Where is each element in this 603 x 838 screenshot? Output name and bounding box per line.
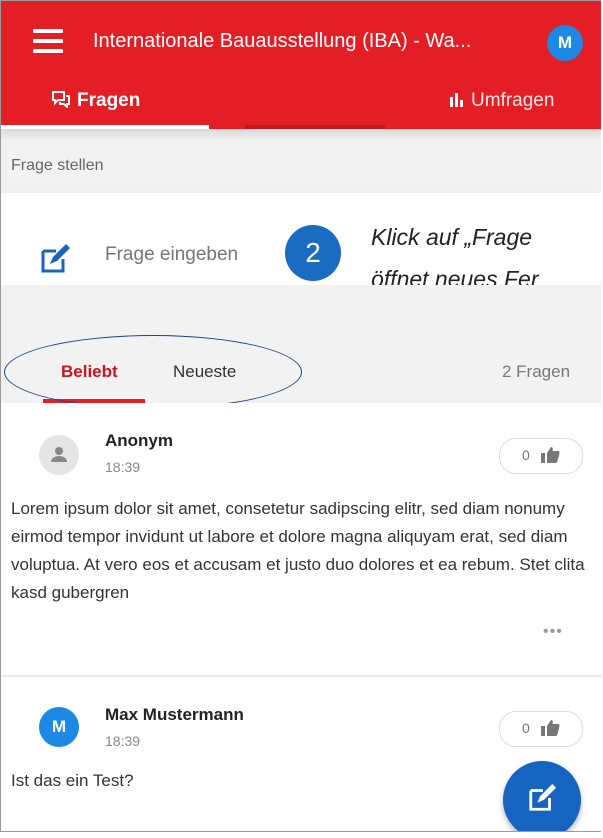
compose-icon[interactable] [39, 243, 71, 275]
like-button[interactable]: 0 [499, 438, 583, 474]
tab-fragen[interactable]: Fragen [51, 75, 140, 129]
app-header: Internationale Bauausstellung (IBA) - Wa… [1, 1, 601, 129]
question-time: 18:39 [105, 459, 141, 475]
app-title: Internationale Bauausstellung (IBA) - Wa… [93, 30, 472, 52]
more-options-icon[interactable]: ••• [543, 623, 563, 641]
bar-chart-icon [450, 93, 463, 107]
tab-umfragen[interactable]: Umfragen [449, 75, 554, 129]
like-count: 0 [522, 720, 530, 736]
step-number-badge: 2 [285, 225, 341, 281]
user-avatar[interactable]: M [547, 25, 583, 61]
thumbs-up-icon [541, 720, 560, 736]
annotation-ellipse [4, 335, 302, 409]
author-avatar: M [39, 707, 79, 747]
tab-label: Fragen [77, 90, 141, 111]
question-text: Lorem ipsum dolor sit amet, consetetur s… [11, 499, 585, 602]
compose-icon [529, 783, 557, 811]
chat-bubbles-icon [52, 91, 70, 110]
header-shadow [1, 129, 601, 141]
person-icon [51, 447, 67, 462]
question-time: 18:39 [105, 733, 141, 749]
menu-icon[interactable] [31, 25, 65, 59]
question-count: 2 Fragen [502, 362, 571, 381]
app-frame: Internationale Bauausstellung (IBA) - Wa… [0, 0, 601, 832]
like-count: 0 [522, 447, 530, 463]
anonymous-avatar [39, 435, 79, 475]
question-author: Max Mustermann [105, 705, 244, 724]
annotation-line-1: Klick auf „Frage [371, 224, 533, 250]
ask-section-label: Frage stellen [11, 157, 104, 174]
tab-label: Umfragen [471, 90, 555, 111]
thumbs-up-icon [541, 447, 560, 463]
ask-section-header: Frage stellen [1, 141, 601, 193]
new-question-button[interactable] [503, 761, 581, 831]
like-button[interactable]: 0 [499, 711, 583, 747]
question-author: Anonym [105, 431, 173, 450]
